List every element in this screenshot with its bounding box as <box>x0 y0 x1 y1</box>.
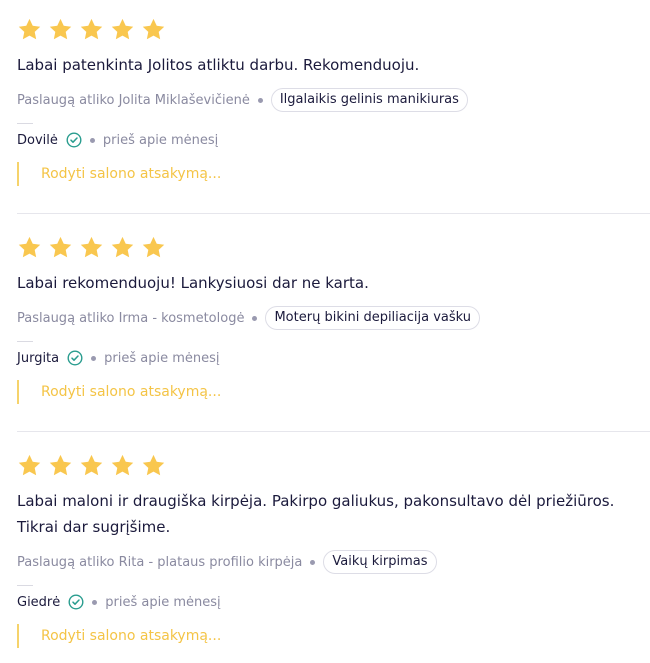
star-icon <box>80 454 103 475</box>
author-row: Jurgita prieš apie mėnesį <box>17 346 650 370</box>
verified-check-icon <box>68 594 84 610</box>
star-icon <box>49 454 72 475</box>
divider-short <box>17 585 33 586</box>
star-rating <box>17 452 650 478</box>
review-time: prieš apie mėnesį <box>104 350 220 366</box>
separator-dot <box>257 97 263 103</box>
review-text: Labai patenkinta Jolitos atliktu darbu. … <box>17 56 420 74</box>
review-divider <box>17 213 650 214</box>
review-time: prieš apie mėnesį <box>105 594 221 610</box>
service-chip[interactable]: Moterų bikini depiliacija vašku <box>265 306 481 330</box>
star-icon <box>18 454 41 475</box>
author-row: Dovilė prieš apie mėnesį <box>17 128 650 152</box>
review-text: Labai rekomenduoju! Lankysiuosi dar ne k… <box>17 274 369 292</box>
star-icon <box>18 236 41 257</box>
divider-short <box>17 341 33 342</box>
star-icon <box>142 454 165 475</box>
star-icon <box>49 18 72 39</box>
star-icon <box>142 18 165 39</box>
author-row: Giedrė prieš apie mėnesį <box>17 590 650 614</box>
show-salon-reply-link[interactable]: Rodyti salono atsakymą... <box>17 624 650 648</box>
review-item: Labai rekomenduoju! Lankysiuosi dar ne k… <box>17 234 650 404</box>
separator-dot <box>310 559 316 565</box>
star-icon <box>111 454 134 475</box>
star-rating <box>17 16 650 42</box>
star-icon <box>111 18 134 39</box>
star-icon <box>111 236 134 257</box>
star-rating <box>17 234 650 260</box>
performed-by: Paslaugą atliko Jolita Miklaševičienė <box>17 92 250 108</box>
star-icon <box>18 18 41 39</box>
separator-dot <box>91 355 97 361</box>
author-name: Giedrė <box>17 594 61 610</box>
service-chip[interactable]: Vaikų kirpimas <box>323 550 437 574</box>
service-chip[interactable]: Ilgalaikis gelinis manikiuras <box>270 88 468 112</box>
review-item: Labai patenkinta Jolitos atliktu darbu. … <box>17 16 650 186</box>
separator-dot <box>89 137 95 143</box>
review-meta: Paslaugą atliko Rita - plataus profilio … <box>17 549 650 575</box>
star-icon <box>142 236 165 257</box>
review-text: Labai maloni ir draugiška kirpėja. Pakir… <box>17 492 615 536</box>
show-salon-reply-link[interactable]: Rodyti salono atsakymą... <box>17 380 650 404</box>
review-meta: Paslaugą atliko Irma - kosmetologė Moter… <box>17 305 650 331</box>
verified-check-icon <box>66 132 82 148</box>
divider-short <box>17 123 33 124</box>
review-time: prieš apie mėnesį <box>102 132 219 148</box>
author-name: Dovilė <box>17 132 58 148</box>
performed-by: Paslaugą atliko Rita - plataus profilio … <box>17 554 303 570</box>
separator-dot <box>252 315 258 321</box>
review-divider <box>17 431 650 432</box>
separator-dot <box>92 599 98 605</box>
author-name: Jurgita <box>17 350 60 366</box>
star-icon <box>80 18 103 39</box>
star-icon <box>49 236 72 257</box>
verified-check-icon <box>67 350 83 366</box>
reviews-list: Labai patenkinta Jolitos atliktu darbu. … <box>0 0 650 663</box>
show-salon-reply-link[interactable]: Rodyti salono atsakymą... <box>17 162 650 186</box>
review-meta: Paslaugą atliko Jolita Miklaševičienė Il… <box>17 87 650 113</box>
star-icon <box>80 236 103 257</box>
performed-by: Paslaugą atliko Irma - kosmetologė <box>17 310 245 326</box>
review-item: Labai maloni ir draugiška kirpėja. Pakir… <box>17 452 650 648</box>
